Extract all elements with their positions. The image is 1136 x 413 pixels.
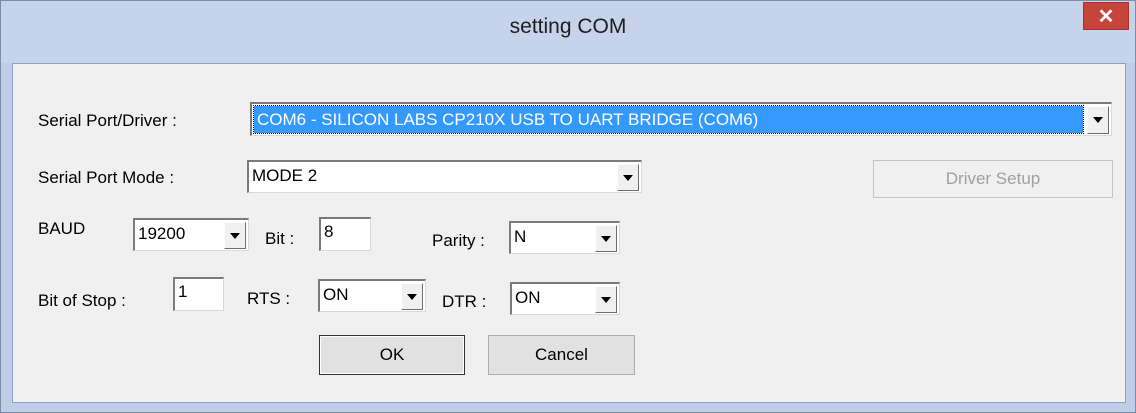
serial-port-dropdown-button[interactable]	[1087, 106, 1109, 134]
cancel-button[interactable]: Cancel	[488, 335, 635, 375]
baud-dropdown-button[interactable]	[224, 222, 246, 249]
baud-label: BAUD	[38, 219, 86, 238]
serial-mode-select[interactable]: MODE 2	[247, 160, 642, 193]
serial-port-value: COM6 - SILICON LABS CP210X USB TO UART B…	[253, 105, 1084, 134]
parity-dropdown-button[interactable]	[595, 225, 617, 252]
close-button[interactable]: ✕	[1083, 2, 1129, 30]
dtr-label: DTR :	[442, 292, 487, 311]
parity-select[interactable]: N	[509, 221, 620, 254]
serial-port-select[interactable]: COM6 - SILICON LABS CP210X USB TO UART B…	[250, 102, 1112, 136]
dtr-value: ON	[515, 288, 541, 307]
dtr-select[interactable]: ON	[510, 282, 620, 315]
stop-bit-input[interactable]: 1	[173, 277, 224, 311]
chevron-down-icon	[601, 296, 611, 303]
chevron-down-icon	[601, 235, 611, 242]
bit-label: Bit :	[265, 229, 295, 248]
dtr-dropdown-button[interactable]	[595, 286, 617, 313]
title-bar[interactable]: setting COM ✕	[1, 1, 1135, 63]
rts-label: RTS :	[247, 289, 291, 308]
chevron-down-icon	[623, 174, 633, 181]
parity-label: Parity :	[432, 231, 485, 250]
rts-select[interactable]: ON	[318, 279, 426, 312]
ok-button[interactable]: OK	[319, 335, 465, 375]
chevron-down-icon	[230, 232, 240, 239]
baud-select[interactable]: 19200	[133, 218, 249, 251]
close-icon: ✕	[1097, 5, 1115, 28]
serial-port-label: Serial Port/Driver :	[38, 111, 177, 130]
dialog-body: Serial Port/Driver : COM6 - SILICON LABS…	[12, 63, 1126, 403]
chevron-down-icon	[1093, 117, 1103, 123]
stop-bit-label: Bit of Stop :	[38, 291, 126, 310]
driver-setup-button[interactable]: Driver Setup	[873, 160, 1113, 198]
baud-value: 19200	[138, 224, 186, 243]
settings-window: setting COM ✕ Serial Port/Driver : COM6 …	[0, 0, 1136, 413]
parity-value: N	[514, 227, 527, 246]
rts-dropdown-button[interactable]	[401, 283, 423, 310]
serial-mode-dropdown-button[interactable]	[617, 164, 639, 191]
rts-value: ON	[323, 285, 349, 304]
serial-mode-label: Serial Port Mode :	[38, 168, 175, 187]
bit-input[interactable]: 8	[319, 217, 371, 251]
window-title: setting COM	[509, 15, 627, 38]
chevron-down-icon	[407, 293, 417, 300]
serial-mode-value: MODE 2	[252, 166, 318, 185]
